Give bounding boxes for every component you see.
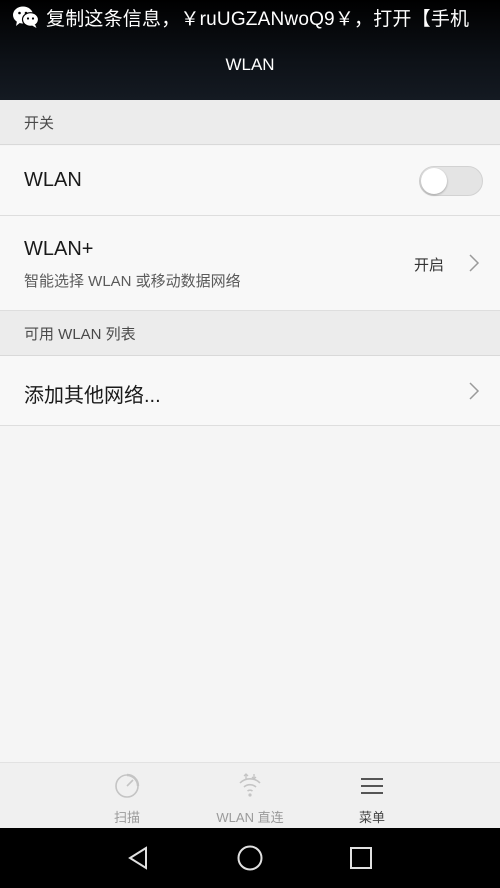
page-title: WLAN (225, 55, 275, 74)
wlan-toggle-label: WLAN (24, 169, 82, 191)
wechat-icon (13, 6, 40, 28)
scan-icon (115, 773, 140, 798)
menu-label: 菜单 (358, 810, 385, 825)
menu-icon (361, 778, 383, 794)
section-header-available-list: 可用 WLAN 列表 (0, 311, 500, 356)
chevron-right-icon (469, 254, 480, 272)
scan-label: 扫描 (113, 810, 140, 825)
toggle-knob (421, 168, 447, 194)
system-nav-bar (0, 828, 500, 888)
chevron-right-icon (469, 382, 480, 400)
home-icon[interactable] (235, 843, 265, 873)
wlan-direct-icon (239, 773, 261, 797)
wlan-plus-row[interactable]: WLAN+ 智能选择 WLAN 或移动数据网络 开启 (0, 216, 500, 311)
notification-text: 复制这条信息，￥ruUGZANwoQ9￥，打开【手机 (46, 8, 470, 30)
wlan-plus-subtitle: 智能选择 WLAN 或移动数据网络 (24, 273, 241, 290)
top-bar: 复制这条信息，￥ruUGZANwoQ9￥，打开【手机 WLAN (0, 0, 500, 100)
wlan-toggle-row[interactable]: WLAN (0, 146, 500, 216)
bottom-action-bar: 扫描 WLAN 直连 菜单 (0, 762, 500, 828)
wlan-direct-label: WLAN 直连 (216, 810, 284, 825)
add-network-row[interactable]: 添加其他网络... (0, 356, 500, 426)
wlan-toggle-switch[interactable] (419, 166, 483, 196)
wlan-plus-label: WLAN+ (24, 238, 94, 260)
scan-button[interactable]: 扫描 (77, 771, 177, 826)
wlan-direct-button[interactable]: WLAN 直连 (200, 771, 300, 826)
recent-apps-icon[interactable] (346, 843, 376, 873)
notification-banner[interactable]: 复制这条信息，￥ruUGZANwoQ9￥，打开【手机 (12, 4, 492, 30)
add-network-label: 添加其他网络... (24, 385, 161, 407)
wlan-plus-status: 开启 (413, 257, 444, 274)
back-icon[interactable] (124, 843, 154, 873)
section-header-switch: 开关 (0, 100, 500, 145)
menu-button[interactable]: 菜单 (322, 771, 422, 826)
